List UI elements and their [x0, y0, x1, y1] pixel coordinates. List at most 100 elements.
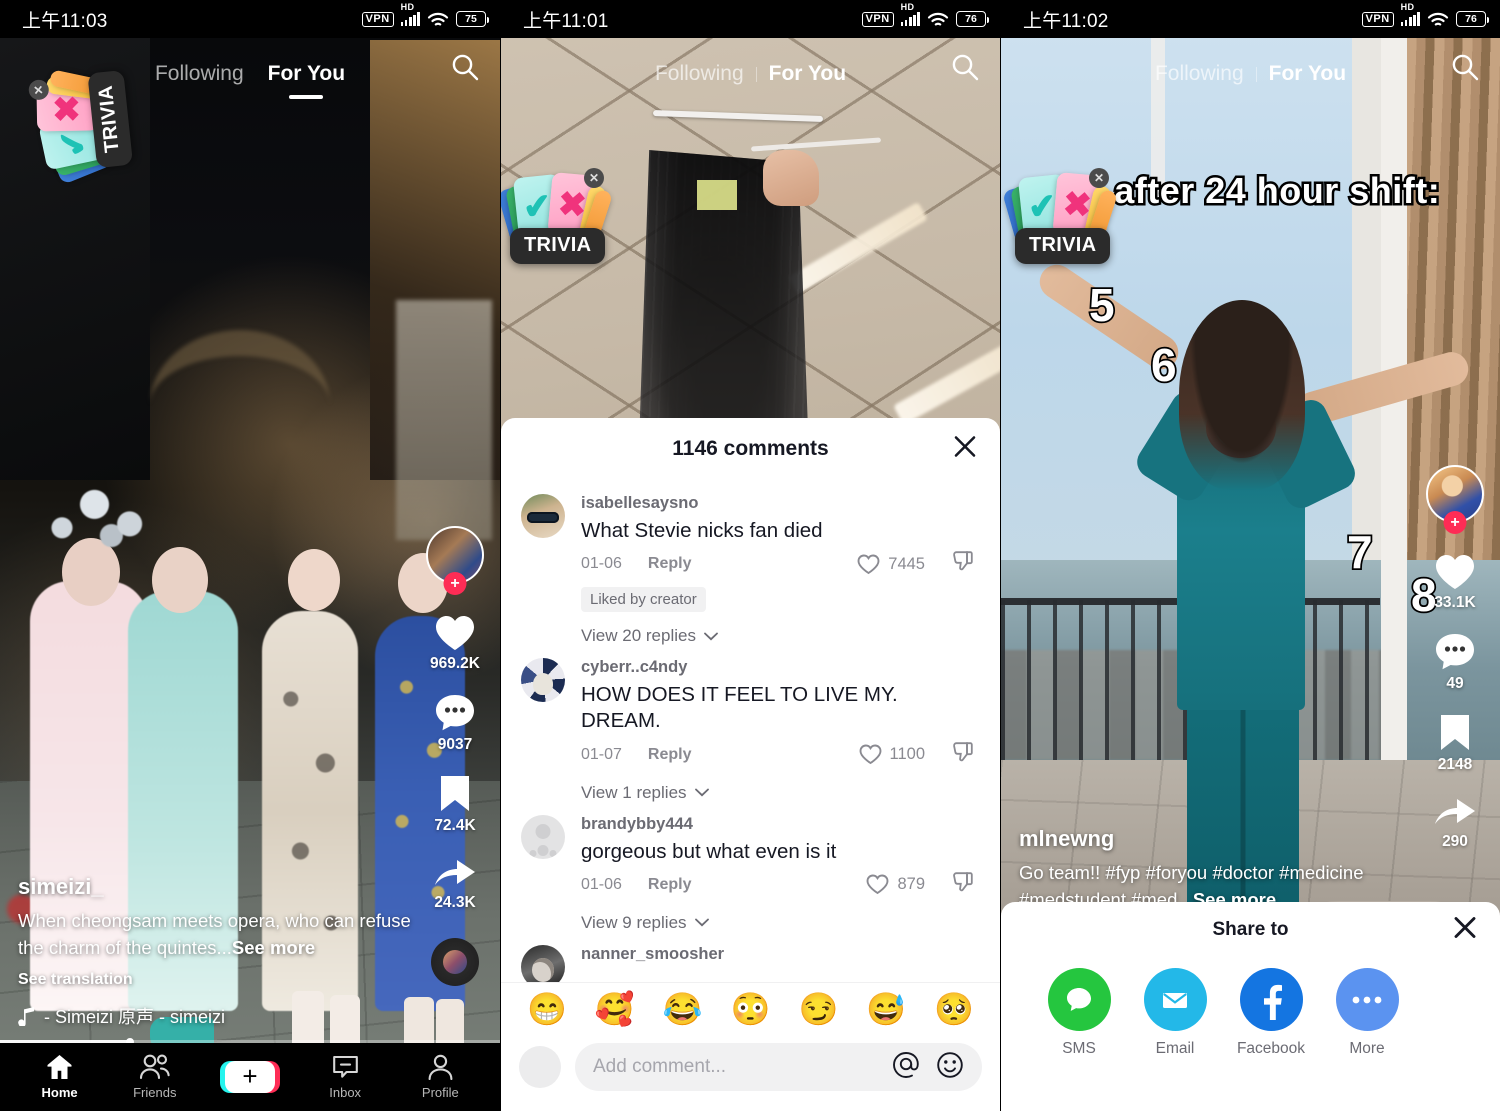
video-caption: mlnewng Go team!! #fyp #foryou #doctor #…: [1019, 826, 1418, 913]
comment-like-button[interactable]: 879: [866, 874, 925, 895]
comment-like-button[interactable]: 7445: [857, 554, 925, 575]
tab-for-you[interactable]: For You: [1257, 62, 1358, 85]
share-button[interactable]: 290: [1433, 794, 1477, 851]
close-icon[interactable]: [1452, 915, 1478, 946]
emoji-pleading[interactable]: 🥺: [934, 993, 974, 1025]
list-item[interactable]: nanner_smoosher: [501, 933, 1000, 982]
list-item[interactable]: brandybby444 gorgeous but what even is i…: [501, 803, 1000, 933]
chevron-down-icon: [694, 919, 709, 927]
music-disc[interactable]: [431, 938, 479, 986]
list-item[interactable]: isabellesaysno What Stevie nicks fan die…: [501, 482, 1000, 646]
emoji-grin[interactable]: 😁: [527, 993, 567, 1025]
nav-item-create[interactable]: +: [208, 1061, 292, 1093]
comment-username[interactable]: nanner_smoosher: [581, 945, 980, 964]
wifi-icon: [1427, 12, 1449, 25]
nav-item-friends[interactable]: Friends: [113, 1054, 197, 1100]
emoji-hearts[interactable]: 🥰: [595, 993, 635, 1025]
view-replies-button[interactable]: View 9 replies: [581, 913, 980, 933]
avatar[interactable]: [521, 494, 565, 538]
music-note-icon: [18, 1006, 34, 1026]
caption-username[interactable]: simeizi_: [18, 874, 418, 900]
tab-following[interactable]: Following: [643, 62, 756, 85]
list-item[interactable]: cyberr..c4ndy HOW DOES IT FEEL TO LIVE M…: [501, 646, 1000, 802]
phone-panel-share: Me after 24 hour shift: 5 6 7 8 上午11:02 …: [1000, 0, 1500, 1111]
comment-username[interactable]: isabellesaysno: [581, 494, 980, 513]
nav-item-home[interactable]: Home: [18, 1054, 102, 1100]
share-target-more[interactable]: More: [1319, 968, 1415, 1058]
search-icon[interactable]: [950, 52, 980, 87]
nav-item-inbox[interactable]: Inbox: [303, 1054, 387, 1100]
bookmark-icon: [441, 776, 469, 811]
comment-button[interactable]: 9037: [434, 693, 476, 754]
comment-dislike-button[interactable]: [951, 741, 974, 769]
creator-avatar[interactable]: +: [426, 526, 484, 595]
create-plus-icon[interactable]: +: [219, 1061, 280, 1093]
chevron-down-icon: [694, 788, 709, 797]
comment-username[interactable]: brandybby444: [581, 815, 980, 834]
emoji-flushed[interactable]: 😳: [731, 993, 771, 1025]
tab-following[interactable]: Following: [1143, 62, 1256, 85]
status-indicators: VPN HD 76: [1361, 2, 1489, 28]
trivia-sticker[interactable]: ✔ ✖ ✕ TRIVIA: [1001, 168, 1119, 264]
nav-label-profile: Profile: [421, 1085, 459, 1100]
avatar[interactable]: [521, 814, 565, 859]
emoji-joy[interactable]: 😂: [663, 993, 703, 1025]
bottom-nav: Home Friends + Inbox Profile: [0, 1043, 500, 1111]
reply-button[interactable]: Reply: [648, 555, 692, 573]
share-target-email[interactable]: Email: [1127, 968, 1223, 1058]
search-icon[interactable]: [450, 52, 480, 87]
trivia-label: TRIVIA: [1015, 228, 1111, 264]
emoji-smirk[interactable]: 😏: [798, 993, 838, 1025]
phone-panel-feed-default: 上午11:03 VPN HD 75 Following For You ✔ ✖ …: [0, 0, 500, 1111]
avatar[interactable]: [521, 944, 565, 982]
reply-button[interactable]: Reply: [648, 746, 692, 764]
like-button[interactable]: 33.1K: [1434, 553, 1476, 612]
tab-for-you[interactable]: For You: [757, 62, 858, 85]
share-target-sms[interactable]: SMS: [1031, 968, 1127, 1058]
heart-outline-icon: [867, 874, 889, 895]
avatar[interactable]: [521, 658, 565, 703]
tab-following[interactable]: Following: [143, 62, 256, 85]
follow-button[interactable]: +: [443, 572, 467, 595]
close-icon[interactable]: ✕: [584, 168, 604, 188]
share-target-facebook[interactable]: Facebook: [1223, 968, 1319, 1058]
like-count: 33.1K: [1434, 594, 1476, 611]
heart-icon: [435, 616, 474, 650]
close-icon[interactable]: ✕: [1089, 168, 1109, 188]
comment-username[interactable]: cyberr..c4ndy: [581, 658, 980, 677]
comment-input[interactable]: Add comment...: [575, 1043, 982, 1091]
comment-date: 01-07: [581, 745, 622, 763]
reply-button[interactable]: Reply: [648, 876, 692, 894]
see-translation-link[interactable]: See translation: [18, 971, 418, 989]
caption-username[interactable]: mlnewng: [1019, 826, 1418, 852]
comment-button[interactable]: 49: [1434, 632, 1476, 693]
comments-sheet: 1146 comments isabellesaysno What Stevie…: [501, 418, 1000, 1111]
search-icon[interactable]: [1450, 52, 1480, 87]
view-replies-button[interactable]: View 1 replies: [581, 783, 980, 803]
comment-list[interactable]: isabellesaysno What Stevie nicks fan die…: [501, 480, 1000, 982]
emoji-face-icon[interactable]: [936, 1051, 964, 1084]
view-replies-button[interactable]: View 20 replies: [581, 626, 980, 646]
comment-dislike-button[interactable]: [951, 550, 974, 578]
comment-dislike-button[interactable]: [951, 871, 974, 899]
music-info[interactable]: - Simeizi 原声 - simeizi: [18, 1003, 418, 1029]
like-button[interactable]: 969.2K: [430, 614, 480, 673]
comments-sheet-header: 1146 comments: [501, 418, 1000, 480]
comment-text: HOW DOES IT FEEL TO LIVE MY. DREAM.: [581, 683, 898, 733]
envelope-icon: [1143, 968, 1207, 1031]
bookmark-button[interactable]: 72.4K: [434, 774, 476, 835]
close-icon[interactable]: [952, 434, 978, 465]
see-more-link[interactable]: See more: [232, 937, 315, 958]
follow-button[interactable]: +: [1443, 511, 1467, 534]
comment-like-button[interactable]: 1100: [859, 744, 925, 765]
creator-avatar[interactable]: +: [1426, 465, 1484, 534]
emoji-sweat-smile[interactable]: 😅: [866, 993, 906, 1025]
share-button[interactable]: 24.3K: [433, 855, 477, 912]
nav-item-profile[interactable]: Profile: [398, 1054, 482, 1100]
at-icon[interactable]: [892, 1051, 920, 1084]
share-target-row: SMS Email Facebook More: [1001, 958, 1500, 1058]
share-count: 24.3K: [434, 894, 476, 911]
trivia-sticker[interactable]: ✔ ✖ ✕ TRIVIA: [501, 168, 614, 264]
bookmark-button[interactable]: 2148: [1437, 713, 1473, 774]
tab-for-you[interactable]: For You: [256, 62, 357, 99]
